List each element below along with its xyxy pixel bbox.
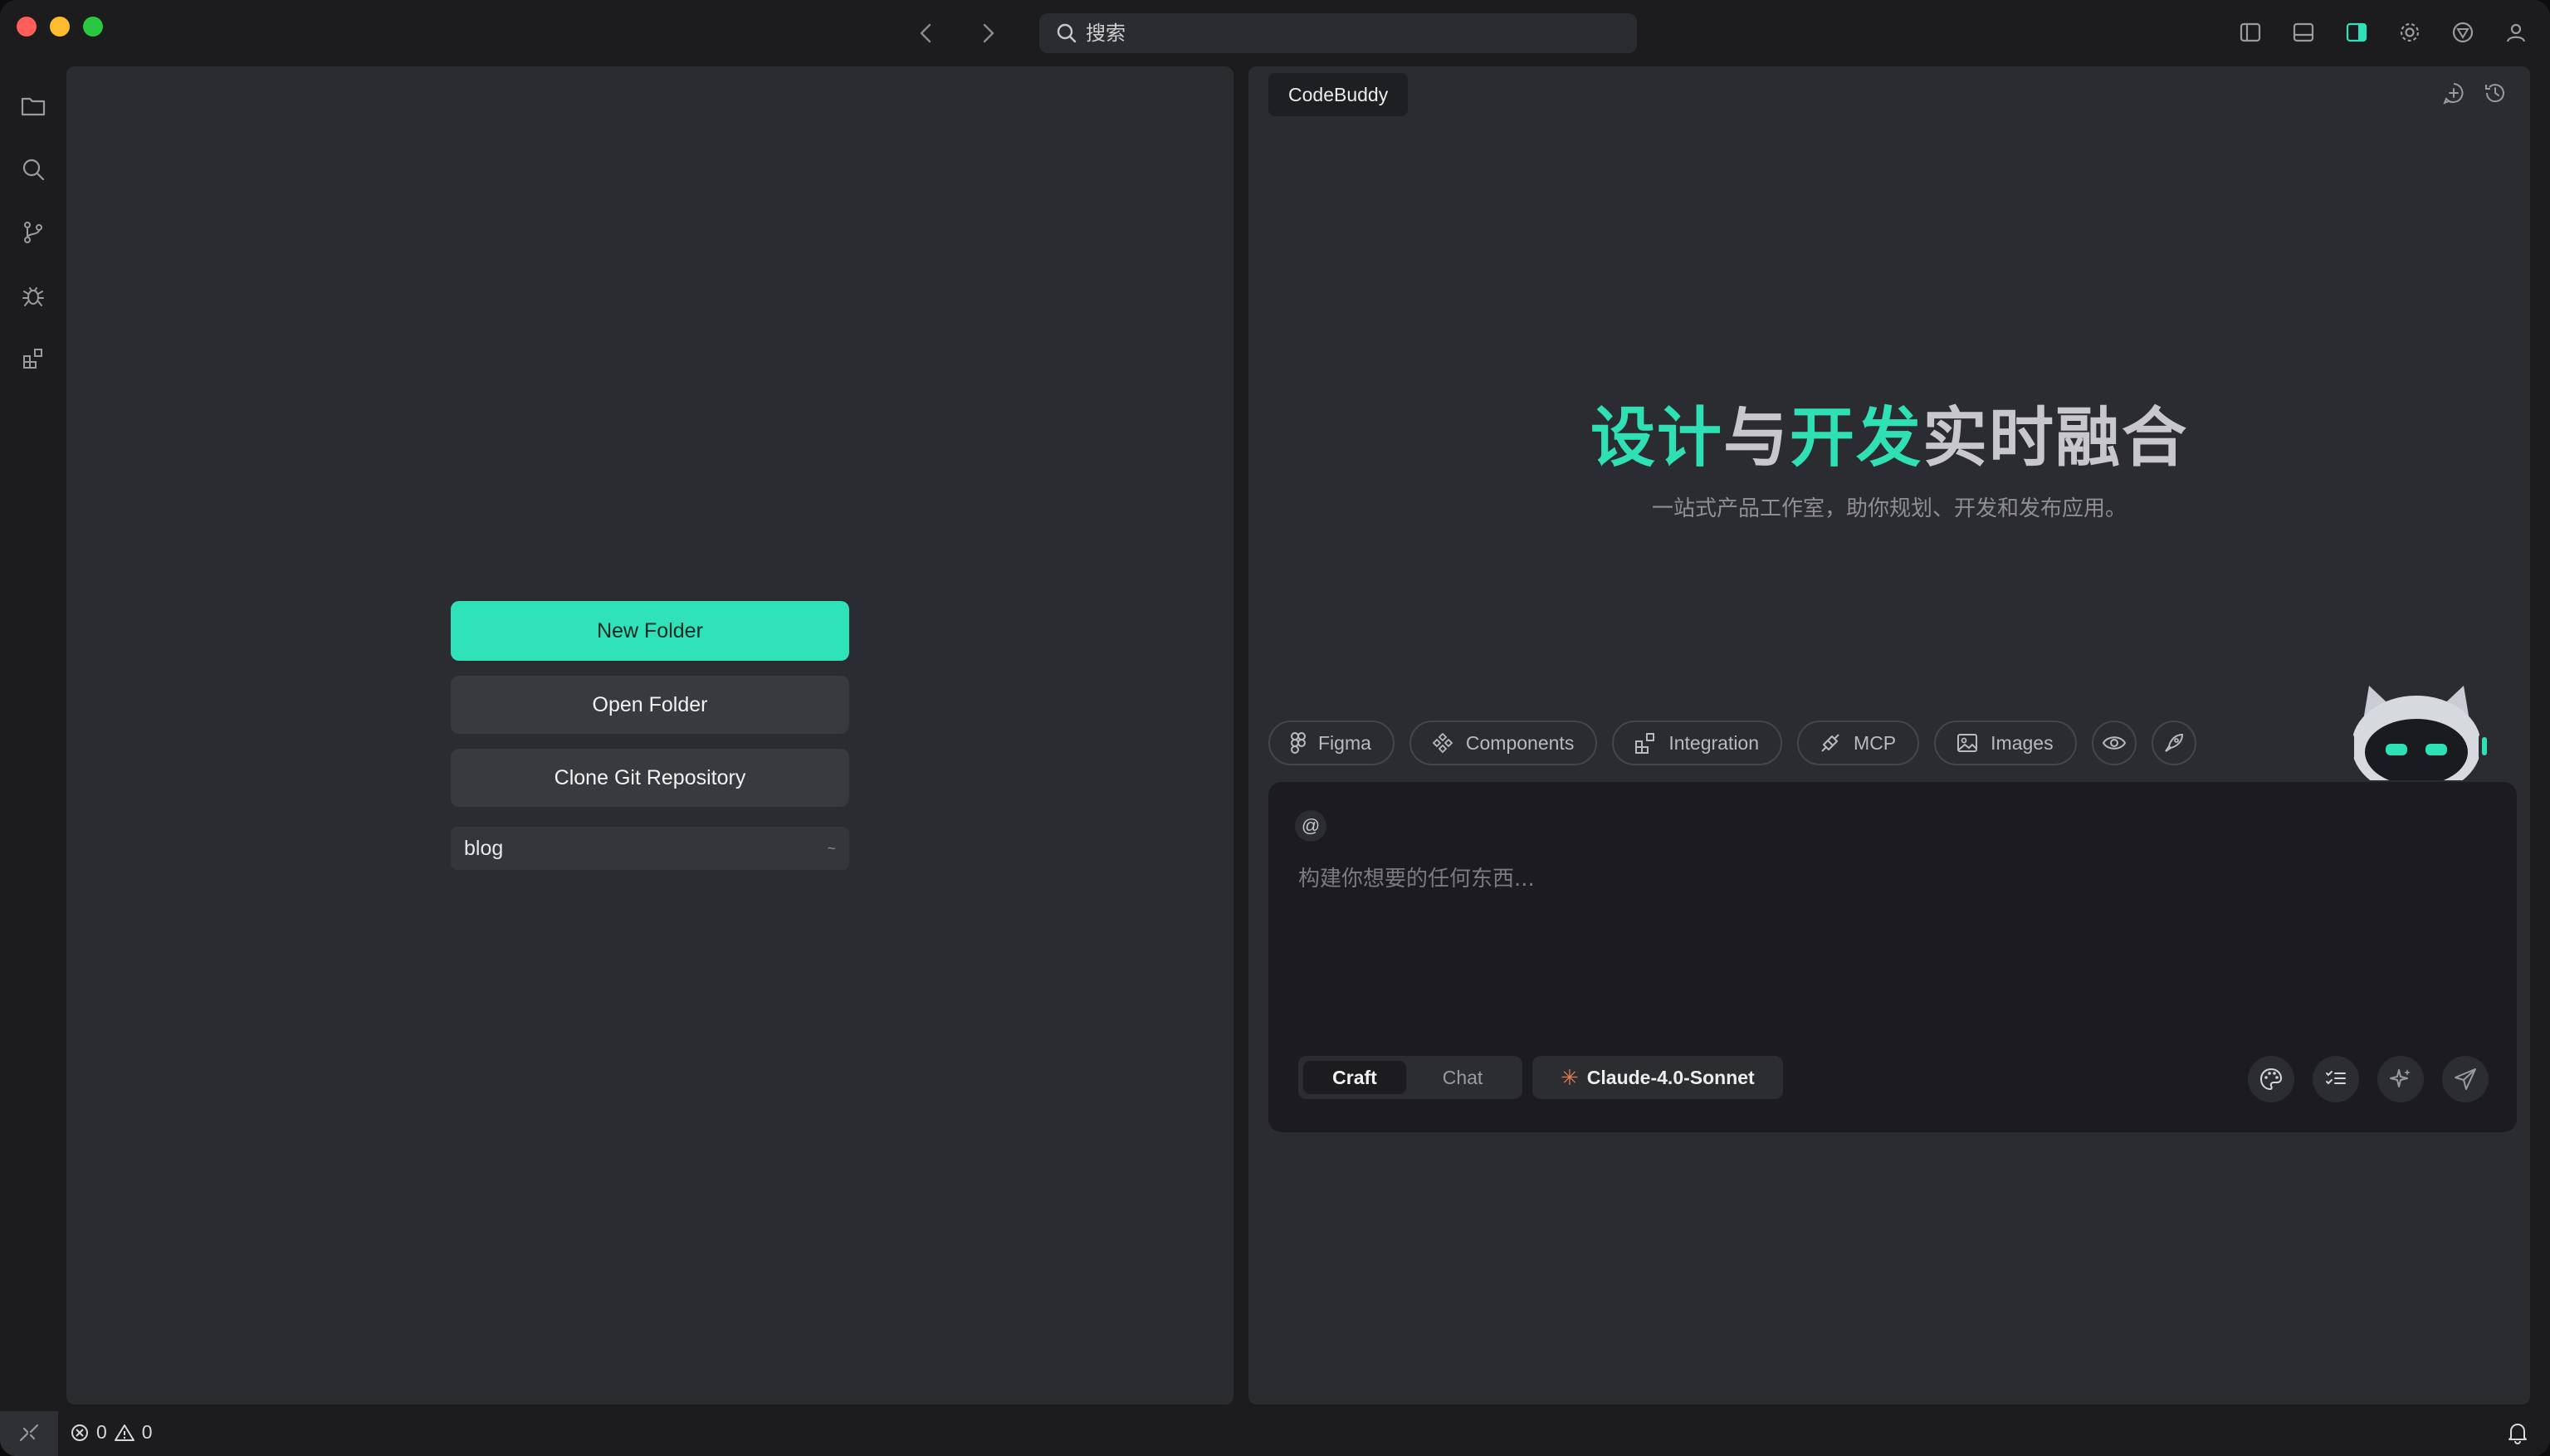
shield-icon[interactable] [2445, 15, 2480, 50]
prompt-input[interactable] [1298, 862, 2477, 961]
model-name: Claude-4.0-Sonnet [1586, 1066, 1755, 1088]
source-control-icon[interactable] [15, 214, 51, 251]
components-icon [1432, 732, 1453, 754]
chip-images[interactable]: Images [1934, 721, 2077, 765]
open-folder-button[interactable]: Open Folder [451, 676, 849, 734]
remote-connection-icon [19, 1424, 39, 1442]
chip-label: Integration [1668, 731, 1760, 754]
new-chat-icon[interactable] [2439, 78, 2469, 108]
eye-icon [2102, 736, 2126, 750]
close-window-button[interactable] [17, 17, 37, 37]
zoom-window-button[interactable] [83, 17, 103, 37]
titlebar-actions [2233, 15, 2533, 50]
status-bar: 0 0 [0, 1411, 2550, 1456]
hero-title-part: 与 [1722, 401, 1790, 476]
chip-mcp[interactable]: MCP [1797, 721, 1920, 765]
error-count: 0 [96, 1421, 107, 1443]
new-folder-button[interactable]: New Folder [451, 601, 849, 661]
assistant-actions [2439, 78, 2510, 108]
chip-components[interactable]: Components [1409, 721, 1598, 765]
hero-subtitle: 一站式产品工作室，助你规划、开发和发布应用。 [1651, 496, 2127, 521]
claude-spark-icon: ✳ [1561, 1064, 1579, 1090]
mascot-robot-cat [2342, 686, 2490, 780]
chevron-left-icon [920, 23, 931, 43]
image-icon [1957, 734, 1978, 752]
hero-title-part: 开发 [1790, 401, 1923, 476]
task-list-icon[interactable] [2313, 1056, 2359, 1102]
gear-icon[interactable] [2392, 15, 2427, 50]
chip-label: Components [1465, 731, 1575, 754]
preview-button[interactable] [2091, 721, 2137, 765]
tab-codebuddy[interactable]: CodeBuddy [1268, 73, 1409, 116]
sidebar-right-icon[interactable] [2339, 15, 2374, 50]
enhance-sparkle-icon[interactable] [2377, 1056, 2424, 1102]
minimize-window-button[interactable] [50, 17, 70, 37]
welcome-panel: New Folder Open Folder Clone Git Reposit… [66, 66, 1233, 1405]
sidebar-left-icon[interactable] [2233, 15, 2268, 50]
deploy-button[interactable] [2151, 721, 2196, 765]
warning-icon [114, 1424, 134, 1441]
model-selector[interactable]: ✳ Claude-4.0-Sonnet [1532, 1056, 1783, 1099]
integration-icon [1635, 733, 1655, 754]
figma-icon [1291, 732, 1306, 754]
plug-icon [1821, 734, 1839, 752]
extensions-icon[interactable] [15, 340, 51, 377]
remote-button[interactable] [0, 1411, 58, 1456]
mode-switch: Craft Chat [1298, 1056, 1522, 1099]
chevron-right-icon [983, 23, 994, 43]
context-chips: Figma Components Integration MCP Images [1268, 721, 2196, 765]
error-icon [71, 1424, 88, 1441]
recent-project-name: blog [464, 836, 504, 860]
chip-figma[interactable]: Figma [1268, 721, 1395, 765]
rocket-icon [2164, 733, 2183, 752]
notifications-bell-icon[interactable] [2507, 1421, 2528, 1449]
warning-count: 0 [141, 1421, 153, 1443]
composer-actions [2248, 1056, 2489, 1102]
explorer-icon[interactable] [15, 88, 51, 125]
assistant-panel: CodeBuddy 设计与开发实时融合 一站式产品工作室，助你规划、开发和发布应… [1248, 66, 2530, 1405]
history-icon[interactable] [2480, 78, 2510, 108]
chip-integration[interactable]: Integration [1612, 721, 1783, 765]
recent-project-item[interactable]: blog ~ [451, 827, 849, 870]
back-button[interactable] [910, 17, 943, 50]
hero-title: 设计与开发实时融合 [1248, 386, 2530, 479]
search-icon [1054, 21, 1079, 46]
app-window: New Folder Open Folder Clone Git Reposit… [0, 0, 2550, 1456]
panel-bottom-icon[interactable] [2286, 15, 2321, 50]
problems-indicator[interactable]: 0 0 [70, 1421, 153, 1444]
chip-label: Images [1991, 731, 2054, 754]
search-input[interactable] [1086, 22, 1584, 45]
mention-button[interactable]: @ [1295, 810, 1326, 842]
chip-label: Figma [1318, 731, 1371, 754]
account-icon[interactable] [2499, 15, 2533, 50]
title-bar [0, 0, 2550, 66]
command-search[interactable] [1039, 13, 1637, 53]
chip-label: MCP [1854, 731, 1897, 754]
search-icon[interactable] [15, 151, 51, 188]
mode-craft-button[interactable]: Craft [1303, 1061, 1406, 1094]
hero-title-part: 设计 [1590, 401, 1723, 476]
forward-button[interactable] [971, 17, 1004, 50]
palette-icon[interactable] [2248, 1056, 2294, 1102]
activity-bar [0, 66, 66, 1411]
recent-project-path: ~ [827, 839, 836, 857]
send-icon[interactable] [2442, 1056, 2489, 1102]
mode-chat-button[interactable]: Chat [1411, 1061, 1514, 1094]
debug-icon[interactable] [15, 277, 51, 314]
hero-title-part: 实时融合 [1922, 401, 2189, 476]
chat-composer: @ Craft Chat ✳ Claude-4.0-Sonnet [1268, 782, 2517, 1132]
clone-repo-button[interactable]: Clone Git Repository [451, 749, 849, 807]
